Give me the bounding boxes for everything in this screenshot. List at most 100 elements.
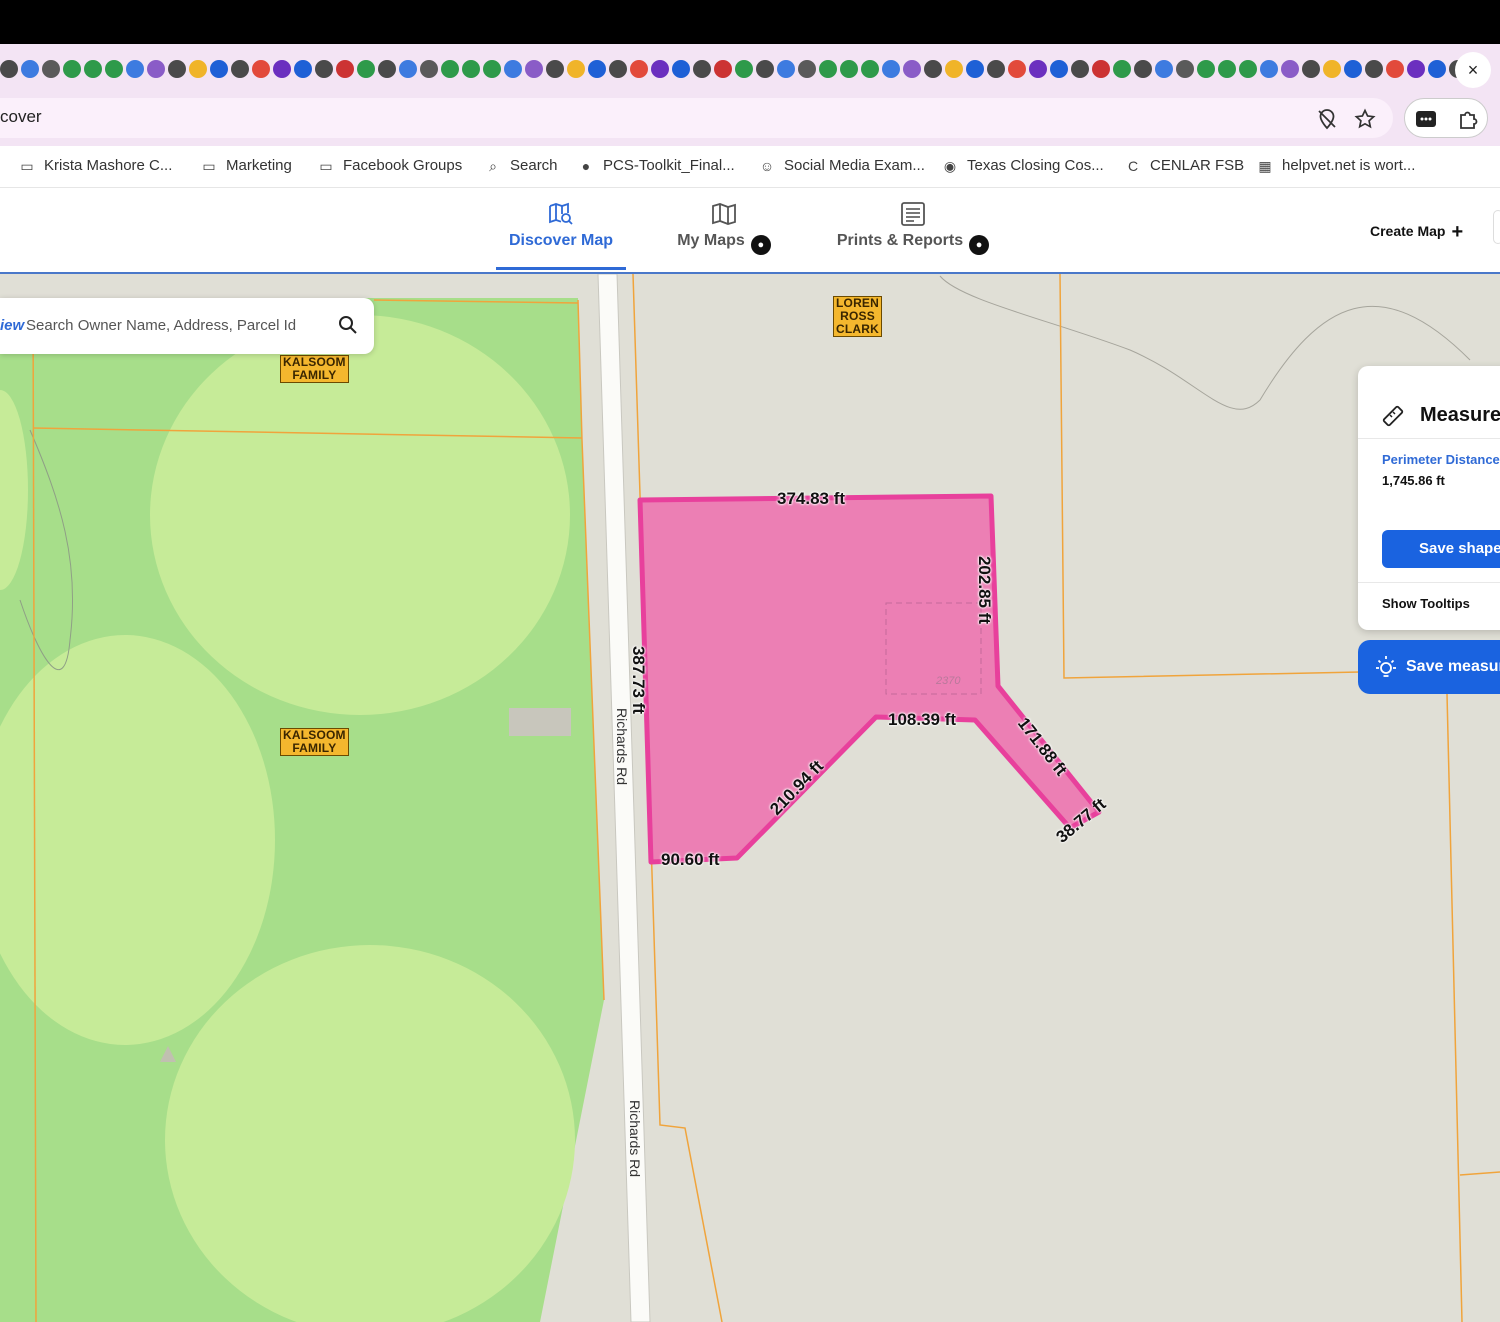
tab-favicon[interactable] [1155,60,1173,78]
tab-favicon[interactable] [336,60,354,78]
tab-favicon[interactable] [819,60,837,78]
tab-favicon[interactable] [462,60,480,78]
tab-favicon[interactable] [1176,60,1194,78]
bookmark-item[interactable]: ▭ Marketing [200,157,291,174]
tab-favicon[interactable] [630,60,648,78]
tab-favicon[interactable] [1323,60,1341,78]
nav-edge-control[interactable] [1493,210,1500,244]
tab-prints-reports[interactable]: Prints & Reports ● [828,188,998,272]
tab-favicon[interactable] [945,60,963,78]
tab-favicon[interactable] [525,60,543,78]
bookmark-item[interactable]: ⌕ Search [484,157,557,174]
tab-favicon[interactable] [651,60,669,78]
address-bar[interactable]: cover [0,98,1393,138]
bookmark-item[interactable]: C CENLAR FSB [1124,157,1244,174]
bookmark-item[interactable]: ☺ Social Media Exam... [758,157,925,174]
tab-favicon[interactable] [903,60,921,78]
puzzle-icon[interactable] [1457,108,1479,130]
url-text[interactable]: cover [0,107,42,127]
tab-favicon[interactable] [672,60,690,78]
owner-label[interactable]: LOREN ROSS CLARK [833,296,882,337]
tab-favicon[interactable] [1386,60,1404,78]
tab-favicon[interactable] [420,60,438,78]
tab-favicon[interactable] [0,60,18,78]
tab-favicon[interactable] [399,60,417,78]
tab-favicon[interactable] [315,60,333,78]
tab-favicon[interactable] [105,60,123,78]
tab-favicon[interactable] [1197,60,1215,78]
measured-shape[interactable] [637,493,1102,865]
tab-favicon[interactable] [294,60,312,78]
tab-favicon[interactable] [1113,60,1131,78]
show-tooltips-toggle[interactable]: Show Tooltips [1382,596,1470,611]
tab-favicon[interactable] [1302,60,1320,78]
tab-favicon[interactable] [840,60,858,78]
tab-favicon[interactable] [378,60,396,78]
tab-favicon[interactable] [714,60,732,78]
tab-favicon[interactable] [546,60,564,78]
tab-favicon[interactable] [1050,60,1068,78]
tab-favicon[interactable] [42,60,60,78]
tab-favicon[interactable] [1260,60,1278,78]
tab-favicon[interactable] [1428,60,1446,78]
tab-favicon[interactable] [756,60,774,78]
bookmark-item[interactable]: ▭ Facebook Groups [317,157,462,174]
search-input[interactable]: Search Owner Name, Address, Parcel Id [26,317,296,334]
tab-favicon[interactable] [1365,60,1383,78]
location-off-icon[interactable] [1316,108,1338,130]
tab-favicon[interactable] [1008,60,1026,78]
tab-favicon[interactable] [147,60,165,78]
tab-favicon[interactable] [1218,60,1236,78]
tab-favicon[interactable] [21,60,39,78]
tab-favicon[interactable] [798,60,816,78]
bookmark-item[interactable]: ● PCS-Toolkit_Final... [577,157,735,174]
tab-favicon[interactable] [1134,60,1152,78]
tab-favicon[interactable] [84,60,102,78]
tab-favicon[interactable] [588,60,606,78]
tab-favicon[interactable] [1029,60,1047,78]
tab-favicon[interactable] [252,60,270,78]
tab-favicon[interactable] [63,60,81,78]
tab-discover-map[interactable]: Discover Map [496,188,626,272]
owner-label[interactable]: KALSOOM FAMILY [280,728,349,756]
bookmark-item[interactable]: ▭ Krista Mashore C... [18,157,172,174]
view-link[interactable]: iew [0,317,24,334]
owner-label[interactable]: KALSOOM FAMILY [280,355,349,383]
tab-favicon[interactable] [189,60,207,78]
search-icon[interactable] [337,314,359,336]
save-measurement-button[interactable]: Save measur [1358,640,1500,694]
tab-favicon[interactable] [126,60,144,78]
tab-favicon[interactable] [168,60,186,78]
tab-favicon[interactable] [966,60,984,78]
tab-favicon[interactable] [441,60,459,78]
map-canvas[interactable]: 2370 [0,274,1500,1322]
tab-favicon[interactable] [231,60,249,78]
tab-favicon[interactable] [1239,60,1257,78]
star-icon[interactable] [1354,108,1376,130]
tab-favicon[interactable] [861,60,879,78]
tab-favicon[interactable] [987,60,1005,78]
tab-favicon[interactable] [504,60,522,78]
bookmark-item[interactable]: ▦ helpvet.net is wort... [1256,157,1415,174]
save-shape-button[interactable]: Save shape [1382,530,1500,568]
close-tab-icon[interactable]: × [1455,52,1491,88]
tab-favicon[interactable] [1071,60,1089,78]
tab-favicon[interactable] [1407,60,1425,78]
tab-favicon[interactable] [1344,60,1362,78]
tab-favicon[interactable] [693,60,711,78]
tab-my-maps[interactable]: My Maps ● [666,188,782,272]
extension-menu-icon[interactable] [1415,109,1437,129]
tab-favicon[interactable] [735,60,753,78]
tab-favicon[interactable] [273,60,291,78]
tab-favicon[interactable] [609,60,627,78]
tab-favicon[interactable] [882,60,900,78]
create-map-button[interactable]: Create Map + [1370,221,1463,244]
tab-favicon[interactable] [483,60,501,78]
tab-favicon[interactable] [567,60,585,78]
tab-favicon[interactable] [777,60,795,78]
tab-favicon[interactable] [924,60,942,78]
tab-favicon[interactable] [210,60,228,78]
tab-favicons[interactable] [0,60,1460,80]
bookmark-item[interactable]: ◉ Texas Closing Cos... [941,157,1104,174]
tab-favicon[interactable] [1281,60,1299,78]
